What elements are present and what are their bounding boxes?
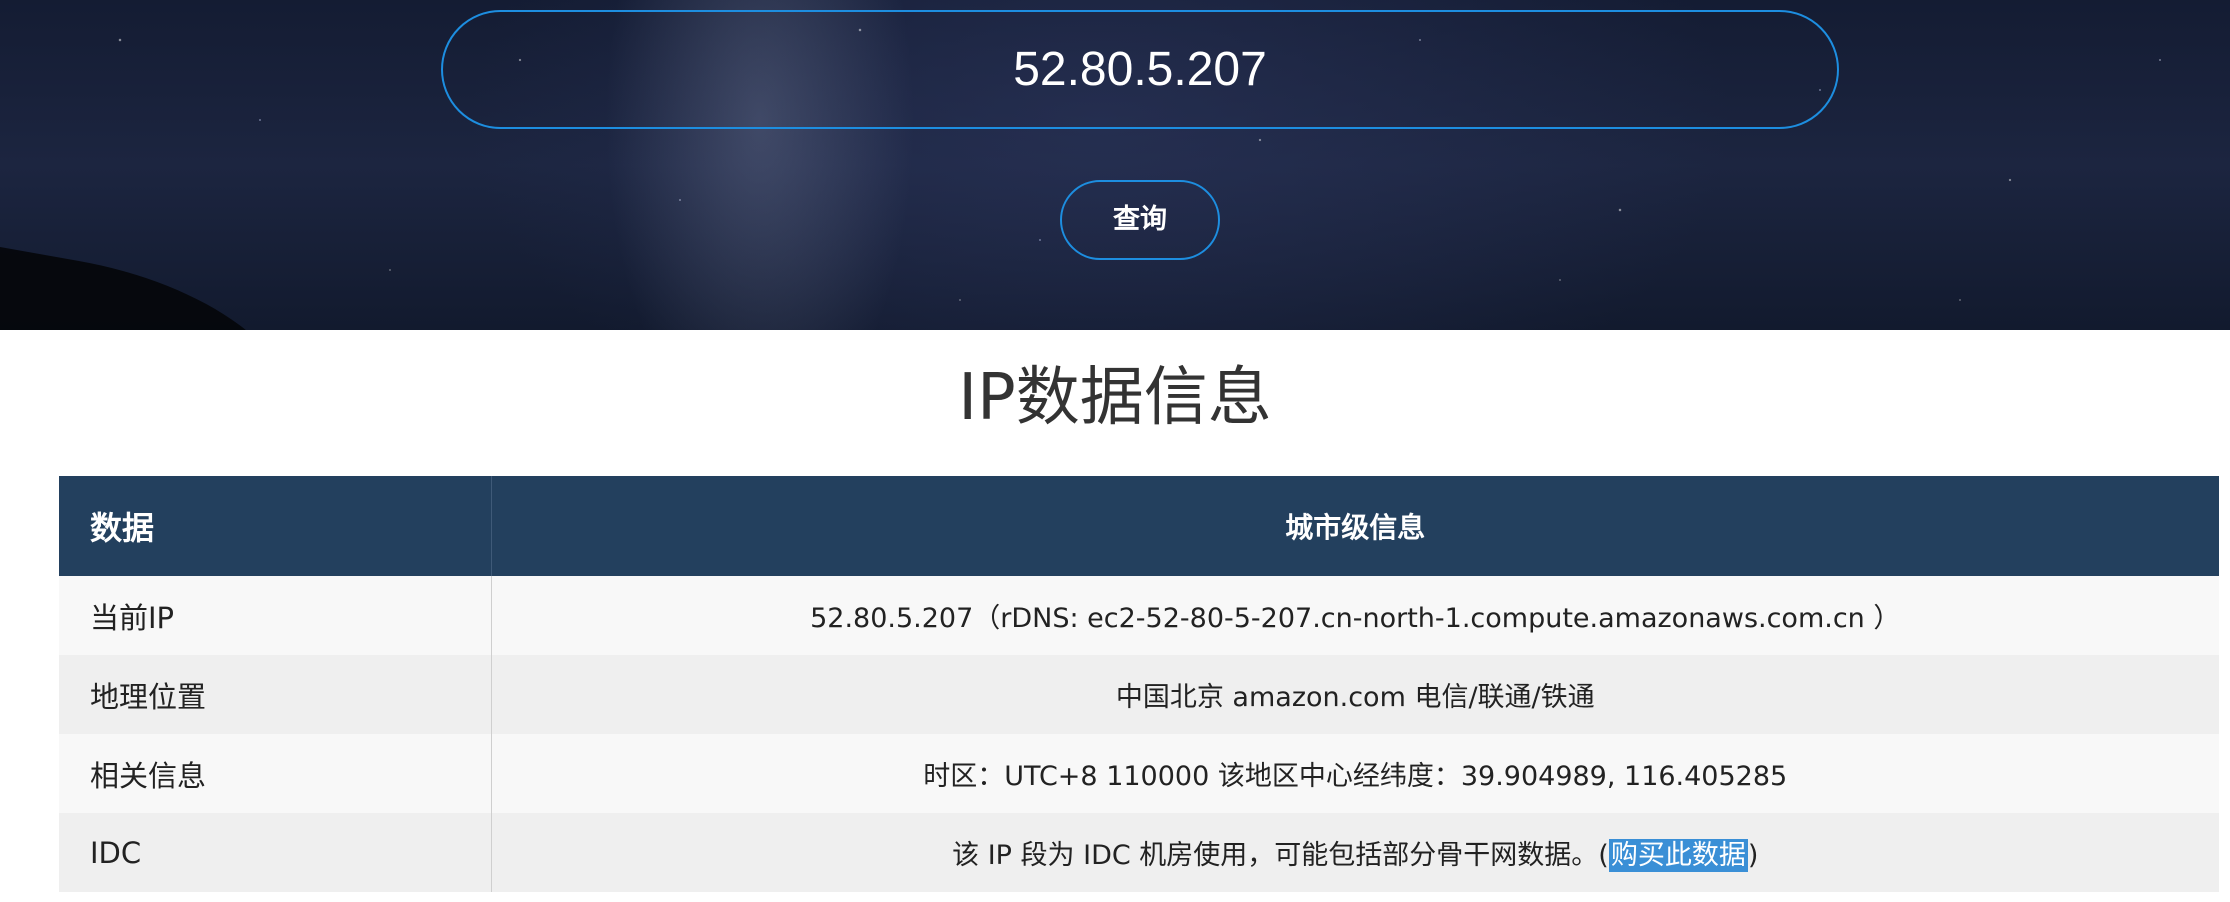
table-row-location: 地理位置 中国北京 amazon.com 电信/联通/铁通	[59, 655, 2219, 734]
idc-text-suffix: )	[1747, 840, 1759, 871]
row-value: 52.80.5.207（rDNS: ec2-52-80-5-207.cn-nor…	[491, 576, 2219, 655]
row-label: 地理位置	[59, 655, 492, 734]
ip-search-input[interactable]	[441, 10, 1839, 129]
buy-data-link[interactable]: 购买此数据	[1608, 839, 1748, 872]
query-button[interactable]: 查询	[1060, 180, 1220, 260]
section-title: IP数据信息	[958, 361, 1272, 435]
row-value: 该 IP 段为 IDC 机房使用，可能包括部分骨干网数据。(购买此数据)	[491, 813, 2219, 892]
header-city-info: 城市级信息	[491, 476, 2219, 576]
table-header-row: 数据 城市级信息	[59, 476, 2219, 576]
row-value: 中国北京 amazon.com 电信/联通/铁通	[491, 655, 2219, 734]
hero-banner: 查询	[0, 0, 2230, 330]
row-value: 时区：UTC+8 110000 该地区中心经纬度：39.904989, 116.…	[491, 734, 2219, 813]
row-label: IDC	[59, 813, 492, 892]
table-row-current-ip: 当前IP 52.80.5.207（rDNS: ec2-52-80-5-207.c…	[59, 576, 2219, 655]
table-row-idc: IDC 该 IP 段为 IDC 机房使用，可能包括部分骨干网数据。(购买此数据)	[59, 813, 2219, 892]
row-label: 相关信息	[59, 734, 492, 813]
row-label: 当前IP	[59, 576, 492, 655]
ip-data-table: 数据 城市级信息 当前IP 52.80.5.207（rDNS: ec2-52-8…	[59, 476, 2219, 892]
header-data: 数据	[59, 476, 492, 576]
table-row-related-info: 相关信息 时区：UTC+8 110000 该地区中心经纬度：39.904989,…	[59, 734, 2219, 813]
idc-text-prefix: 该 IP 段为 IDC 机房使用，可能包括部分骨干网数据。(	[952, 840, 1609, 871]
